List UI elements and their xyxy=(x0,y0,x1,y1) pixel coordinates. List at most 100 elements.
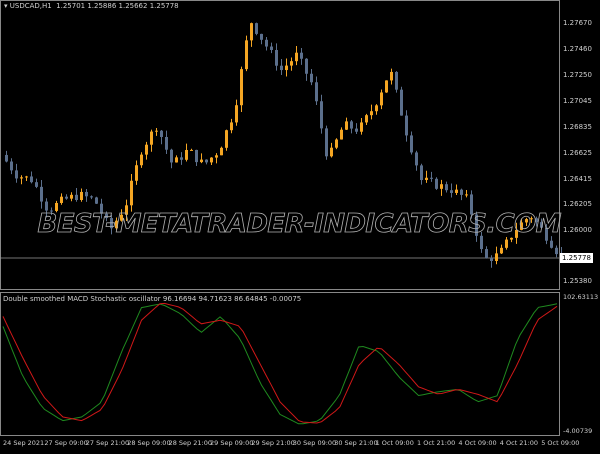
candle-body xyxy=(180,157,183,160)
time-axis-label: 29 Sep 21:00 xyxy=(251,439,295,447)
candle-body xyxy=(430,177,433,179)
candle-body xyxy=(370,111,373,116)
candle-body xyxy=(330,147,333,157)
candle-body xyxy=(5,154,8,162)
chart-canvas[interactable]: BEST-METATRADER-INDICATORS.COM xyxy=(0,0,600,450)
indicator-scale-min: -4.00739 xyxy=(563,427,593,435)
candle-body xyxy=(155,130,158,132)
candle-body xyxy=(240,69,243,106)
candle-body xyxy=(445,184,448,191)
candle-body xyxy=(550,240,553,248)
price-axis-label: 1.26835 xyxy=(563,123,592,131)
candle-body xyxy=(210,157,213,163)
candle-body xyxy=(275,49,278,66)
candle-body xyxy=(145,144,148,155)
candle-body xyxy=(425,177,428,181)
candle-body xyxy=(25,176,28,178)
candle-body xyxy=(465,194,468,196)
candle-body xyxy=(310,73,313,83)
current-price-label: 1.25778 xyxy=(560,253,593,263)
candle-body xyxy=(485,249,488,259)
candle-body xyxy=(335,139,338,148)
candle-body xyxy=(385,80,388,93)
candle-body xyxy=(280,65,283,71)
candle-body xyxy=(490,258,493,261)
candle-body xyxy=(440,184,443,189)
candle-body xyxy=(35,182,38,187)
candle-body xyxy=(220,147,223,156)
candle-body xyxy=(235,105,238,123)
candle-body xyxy=(435,178,438,189)
candle-body xyxy=(390,71,393,81)
candle-body xyxy=(400,89,403,116)
candle-body xyxy=(340,129,343,140)
candle-body xyxy=(360,122,363,132)
candle-body xyxy=(95,197,98,204)
indicator-scale-max: 102.63113 xyxy=(563,293,599,301)
candle-body xyxy=(245,40,248,70)
oscillator-green-line xyxy=(2,303,558,425)
candle-body xyxy=(190,149,193,151)
price-axis-label: 1.26000 xyxy=(563,226,592,234)
price-axis-label: 1.27250 xyxy=(563,71,592,79)
chart-window[interactable]: BEST-METATRADER-INDICATORS.COM ▾ USDCAD,… xyxy=(0,0,600,450)
candle-body xyxy=(255,23,258,34)
time-axis-label: 1 Oct 21:00 xyxy=(417,439,456,447)
time-axis-label: 29 Sep 09:00 xyxy=(210,439,254,447)
candle-body xyxy=(260,33,263,40)
candle-body xyxy=(495,253,498,261)
price-axis-label: 1.26625 xyxy=(563,149,592,157)
price-axis-label: 1.27045 xyxy=(563,97,592,105)
time-axis-label: 27 Sep 09:00 xyxy=(44,439,88,447)
candle-body xyxy=(270,46,273,50)
price-axis-label: 1.26205 xyxy=(563,200,592,208)
candle-body xyxy=(420,165,423,181)
candle-body xyxy=(345,121,348,130)
candle-body xyxy=(355,128,358,132)
candle-body xyxy=(200,159,203,163)
candle-body xyxy=(175,157,178,163)
candle-body xyxy=(165,136,168,150)
candle-body xyxy=(455,189,458,193)
candle-body xyxy=(505,239,508,248)
collapse-triangle-icon[interactable]: ▾ xyxy=(4,2,8,10)
time-axis-label: 4 Oct 09:00 xyxy=(458,439,497,447)
candle-body xyxy=(60,196,63,203)
time-axis-label: 5 Oct 09:00 xyxy=(541,439,580,447)
candle-body xyxy=(70,194,73,199)
candle-body xyxy=(130,180,133,206)
candle-body xyxy=(30,176,33,183)
candle-body xyxy=(140,154,143,166)
candle-body xyxy=(365,115,368,123)
oscillator-red-line xyxy=(2,302,558,424)
candle-body xyxy=(410,135,413,153)
time-axis-label: 4 Oct 21:00 xyxy=(499,439,539,447)
candle-body xyxy=(265,39,268,47)
price-axis-label: 1.25380 xyxy=(563,277,592,285)
main-pane-border xyxy=(0,0,560,290)
price-axis-label: 1.27460 xyxy=(563,45,592,53)
candle-body xyxy=(500,247,503,254)
time-axis-label: 30 Sep 09:00 xyxy=(292,439,337,447)
candle-body xyxy=(40,186,43,202)
ohlc-values: 1.25701 1.25886 1.25662 1.25778 xyxy=(56,2,179,10)
candle-body xyxy=(160,130,163,137)
candle-body xyxy=(315,82,318,102)
candle-body xyxy=(250,23,253,41)
candle-body xyxy=(10,161,13,171)
candle-body xyxy=(290,61,293,66)
candle-body xyxy=(20,177,23,179)
candle-body xyxy=(90,196,93,198)
indicator-title: Double smoothed MACD Stochastic oscillat… xyxy=(3,295,302,303)
candle-body xyxy=(225,130,228,148)
candle-body xyxy=(300,52,303,59)
time-axis-label: 28 Sep 09:00 xyxy=(127,439,171,447)
candle-body xyxy=(75,194,78,201)
symbol-timeframe: USDCAD,H1 xyxy=(9,2,52,10)
candle-body xyxy=(305,58,308,74)
candle-body xyxy=(285,65,288,71)
candle-body xyxy=(185,149,188,160)
candle-body xyxy=(375,105,378,112)
candle-body xyxy=(85,191,88,197)
candle-body xyxy=(450,190,453,193)
